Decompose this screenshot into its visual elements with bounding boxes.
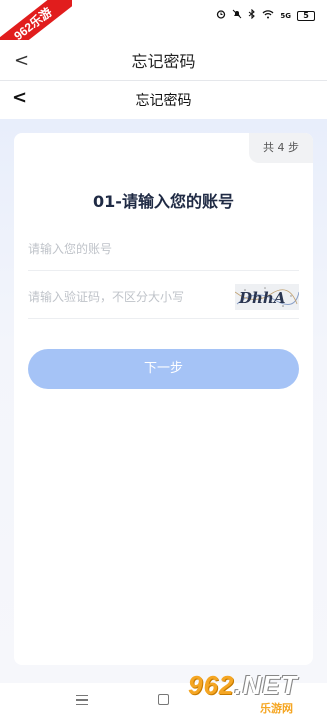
next-step-button[interactable]: 下一步 bbox=[28, 349, 299, 389]
account-field bbox=[28, 225, 299, 271]
wifi-icon bbox=[262, 9, 274, 22]
captcha-field: DhhA bbox=[28, 273, 299, 319]
form-card: 共 4 步 01-请输入您的账号 DhhA 下一步 bbox=[14, 133, 313, 665]
watermark-logo-text: 962.NET bbox=[188, 670, 298, 701]
alarm-icon bbox=[216, 9, 226, 22]
captcha-image[interactable]: DhhA bbox=[235, 284, 299, 310]
step-title: 01-请输入您的账号 bbox=[93, 192, 234, 211]
watermark-logo-sub: 乐游网 bbox=[260, 702, 293, 715]
outer-header: < 忘记密码 bbox=[0, 40, 327, 80]
page-title: 忘记密码 bbox=[135, 93, 192, 109]
signal-label: 5G bbox=[280, 11, 291, 20]
step-count-badge: 共 4 步 bbox=[249, 133, 313, 163]
captcha-text: DhhA bbox=[238, 289, 285, 307]
home-icon[interactable] bbox=[158, 694, 169, 705]
menu-icon[interactable] bbox=[76, 695, 88, 705]
captcha-input[interactable] bbox=[28, 285, 228, 309]
account-input[interactable] bbox=[28, 237, 228, 261]
watermark-logo-number: 962 bbox=[188, 670, 235, 700]
mute-bell-icon bbox=[232, 9, 242, 22]
bluetooth-icon bbox=[248, 8, 256, 22]
outer-page-title: 忘记密码 bbox=[131, 52, 196, 71]
watermark-logo-suffix: .NET bbox=[234, 670, 298, 700]
inner-header: < 忘记密码 bbox=[0, 81, 327, 119]
status-icons: 5G 5 bbox=[216, 8, 315, 22]
watermark-logo: 962.NET 乐游网 bbox=[188, 668, 324, 718]
battery-icon: 5 bbox=[297, 10, 315, 21]
